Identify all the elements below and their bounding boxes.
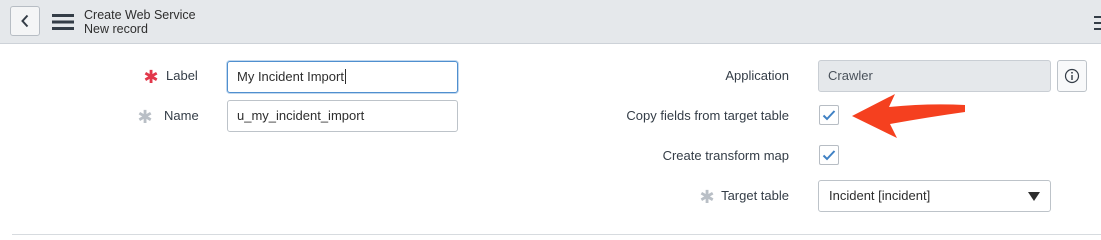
checkmark-icon [822, 150, 836, 161]
application-input: Crawler [818, 60, 1051, 92]
target-table-select[interactable]: Incident [incident] [818, 180, 1051, 212]
chevron-left-icon [21, 14, 29, 28]
copy-fields-checkbox[interactable] [819, 105, 839, 125]
create-transform-map-label: Create transform map [662, 148, 789, 163]
more-options-icon[interactable] [1094, 14, 1101, 32]
section-divider [12, 234, 1101, 235]
label-field-label: Label [166, 68, 198, 83]
target-table-value: Incident [incident] [829, 188, 931, 203]
application-field-label: Application [725, 68, 789, 83]
required-indicator-label: ✱ [143, 67, 159, 87]
create-transform-map-checkbox[interactable] [819, 145, 839, 165]
copy-fields-label: Copy fields from target table [626, 108, 789, 123]
back-button[interactable] [10, 6, 40, 36]
dropdown-arrow-icon [1028, 192, 1040, 201]
form-header: Create Web Service New record [0, 0, 1101, 44]
page-title: Create Web Service [84, 8, 196, 22]
info-icon [1064, 68, 1080, 84]
required-indicator-name: ✱ [137, 107, 153, 127]
name-field-label: Name [164, 108, 199, 123]
annotation-arrow-icon [852, 94, 965, 138]
label-input[interactable]: My Incident Import [227, 61, 458, 93]
hamburger-menu-icon[interactable] [52, 13, 74, 31]
page-subtitle: New record [84, 22, 148, 36]
target-table-label: Target table [721, 188, 789, 203]
name-input[interactable]: u_my_incident_import [227, 100, 458, 132]
checkmark-icon [822, 110, 836, 121]
application-info-button[interactable] [1057, 60, 1087, 92]
